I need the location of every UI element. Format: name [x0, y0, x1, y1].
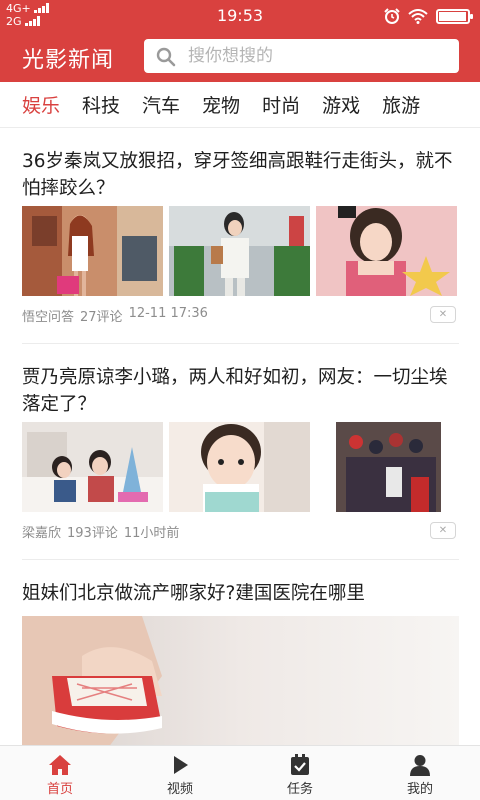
nav-tasks-label: 任务 [286, 782, 313, 797]
news-source: 梁嘉欣 [22, 526, 62, 541]
news-item[interactable]: 36岁秦岚又放狠招，穿牙签细高跟鞋行走街头，就不怕摔跤么？ [22, 148, 459, 202]
news-thumbnail[interactable] [316, 206, 457, 296]
nav-me[interactable]: 我的 [360, 746, 480, 800]
news-image[interactable] [22, 616, 459, 745]
user-icon [410, 755, 430, 776]
search-box[interactable] [144, 39, 459, 73]
wifi-icon [408, 8, 428, 24]
news-thumbnail[interactable] [169, 422, 310, 512]
news-meta: 悟空问答 27评论 12-11 17:36 [22, 306, 208, 325]
news-title[interactable]: 36岁秦岚又放狠招，穿牙签细高跟鞋行走街头，就不怕摔跤么？ [22, 148, 459, 202]
news-comments: 193评论 [67, 526, 118, 541]
news-comments: 27评论 [80, 310, 123, 325]
news-thumbnail[interactable] [316, 422, 457, 512]
tab-auto[interactable]: 汽车 [142, 91, 180, 118]
dislike-button[interactable]: ✕ [430, 522, 456, 539]
tab-entertainment[interactable]: 娱乐 [22, 91, 60, 118]
app-title: 光影新闻 [22, 48, 115, 73]
tab-games[interactable]: 游戏 [322, 91, 360, 118]
tab-pets[interactable]: 宠物 [202, 91, 240, 118]
nav-home[interactable]: 首页 [0, 746, 120, 800]
play-icon [174, 756, 188, 774]
nav-video-label: 视频 [166, 782, 193, 797]
search-input[interactable] [188, 39, 448, 73]
nav-video[interactable]: 视频 [120, 746, 240, 800]
category-tabs: 娱乐 科技 汽车 宠物 时尚 游戏 旅游 [0, 82, 480, 128]
status-bar: 4G+ 2G 19:53 [0, 0, 480, 32]
news-meta: 梁嘉欣 193评论 11小时前 [22, 522, 179, 541]
divider [22, 559, 459, 560]
divider [22, 343, 459, 344]
task-icon [291, 754, 309, 775]
news-item[interactable]: 姐妹们北京做流产哪家好?建国医院在哪里 [22, 580, 459, 607]
news-time: 11小时前 [123, 526, 180, 541]
tab-fashion[interactable]: 时尚 [262, 91, 300, 118]
dislike-button[interactable]: ✕ [430, 306, 456, 323]
search-icon [156, 47, 176, 67]
tab-tech[interactable]: 科技 [82, 91, 120, 118]
news-item[interactable]: 贾乃亮原谅李小璐，两人和好如初，网友：一切尘埃落定了？ [22, 364, 459, 418]
news-feed[interactable]: 36岁秦岚又放狠招，穿牙签细高跟鞋行走街头，就不怕摔跤么？ 悟空问答 27评论 … [0, 128, 480, 745]
news-thumbnail[interactable] [22, 206, 163, 296]
news-thumbnail[interactable] [22, 422, 163, 512]
news-thumbnail[interactable] [169, 206, 310, 296]
home-icon [49, 755, 71, 775]
alarm-icon [384, 8, 400, 24]
nav-home-label: 首页 [46, 782, 73, 797]
news-title[interactable]: 姐妹们北京做流产哪家好?建国医院在哪里 [22, 580, 459, 607]
battery-icon [436, 8, 473, 24]
nav-me-label: 我的 [406, 782, 433, 797]
bottom-nav: 首页 视频 任务 我的 [0, 745, 480, 800]
news-time: 12-11 17:36 [128, 306, 208, 321]
tab-travel[interactable]: 旅游 [382, 91, 420, 118]
nav-tasks[interactable]: 任务 [240, 746, 360, 800]
app-header: 光影新闻 [0, 32, 480, 82]
news-source: 悟空问答 [22, 310, 75, 325]
news-title[interactable]: 贾乃亮原谅李小璐，两人和好如初，网友：一切尘埃落定了？ [22, 364, 459, 418]
